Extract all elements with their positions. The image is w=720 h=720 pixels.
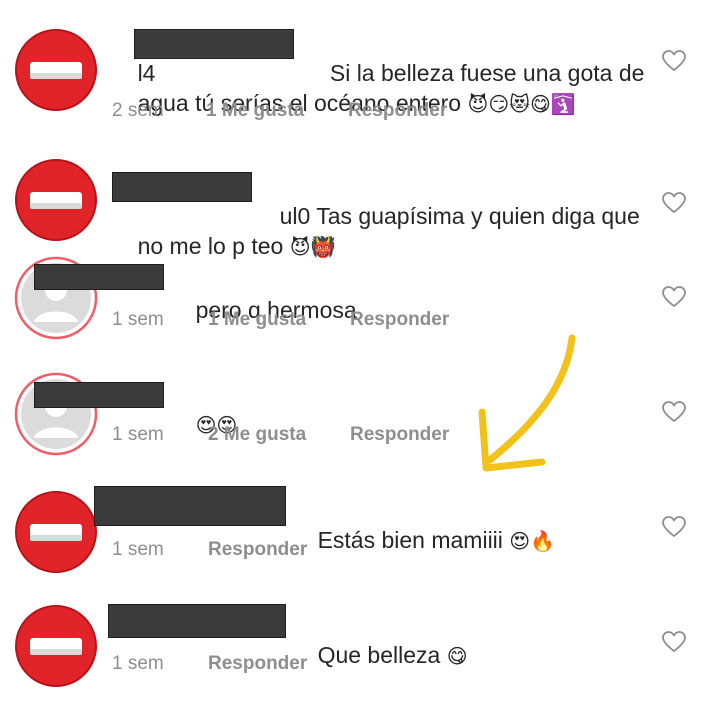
heart-icon[interactable] [662, 516, 686, 538]
comment-emojis: 😍🔥 [509, 531, 556, 553]
no-entry-avatar-icon[interactable] [14, 158, 98, 242]
username-redaction [94, 486, 286, 526]
heart-icon[interactable] [662, 192, 686, 214]
timestamp: 1 sem [112, 653, 164, 674]
heart-icon[interactable] [662, 50, 686, 72]
username-redaction [34, 264, 164, 290]
likes-count[interactable]: 2 Me gusta [208, 424, 306, 446]
reply-button[interactable]: Responder [350, 424, 449, 446]
comment-body: Estás bien mamiiii [317, 527, 503, 553]
comment-emojis: 😈👹 [289, 237, 336, 259]
comment-line-2: no me lo p teo [137, 233, 284, 259]
heart-icon[interactable] [662, 286, 686, 308]
heart-icon[interactable] [662, 631, 686, 653]
heart-icon[interactable] [662, 401, 686, 423]
username-redaction [134, 29, 294, 59]
comment-body: Que belleza [317, 642, 441, 668]
username-redaction [108, 604, 286, 638]
reply-button[interactable]: Responder [350, 309, 449, 331]
username-redaction [34, 382, 164, 408]
timestamp: 1 sem [112, 539, 164, 560]
annotation-arrow-icon [478, 334, 576, 472]
comment-text: Estás bien mamiiii 😍🔥 [292, 495, 672, 587]
likes-count[interactable]: 1 Me gusta [208, 309, 306, 331]
comment-emojis: 😈😏😻😋🛐 [467, 94, 576, 116]
reply-button[interactable]: Responder [348, 100, 447, 122]
reply-button[interactable]: Responder [208, 653, 307, 675]
no-entry-avatar-icon[interactable] [14, 604, 98, 688]
timestamp: 1 sem [112, 424, 164, 445]
timestamp: 2 sem [112, 100, 164, 121]
comment-emojis: 😋 [446, 646, 468, 668]
likes-count[interactable]: 1 Me gusta [206, 100, 304, 122]
username-redaction [112, 172, 252, 202]
timestamp: 1 sem [112, 309, 164, 330]
comment-text: Que belleza 😋 [292, 610, 672, 702]
reply-button[interactable]: Responder [208, 539, 307, 561]
no-entry-avatar-icon[interactable] [14, 490, 98, 574]
no-entry-avatar-icon[interactable] [14, 28, 98, 112]
